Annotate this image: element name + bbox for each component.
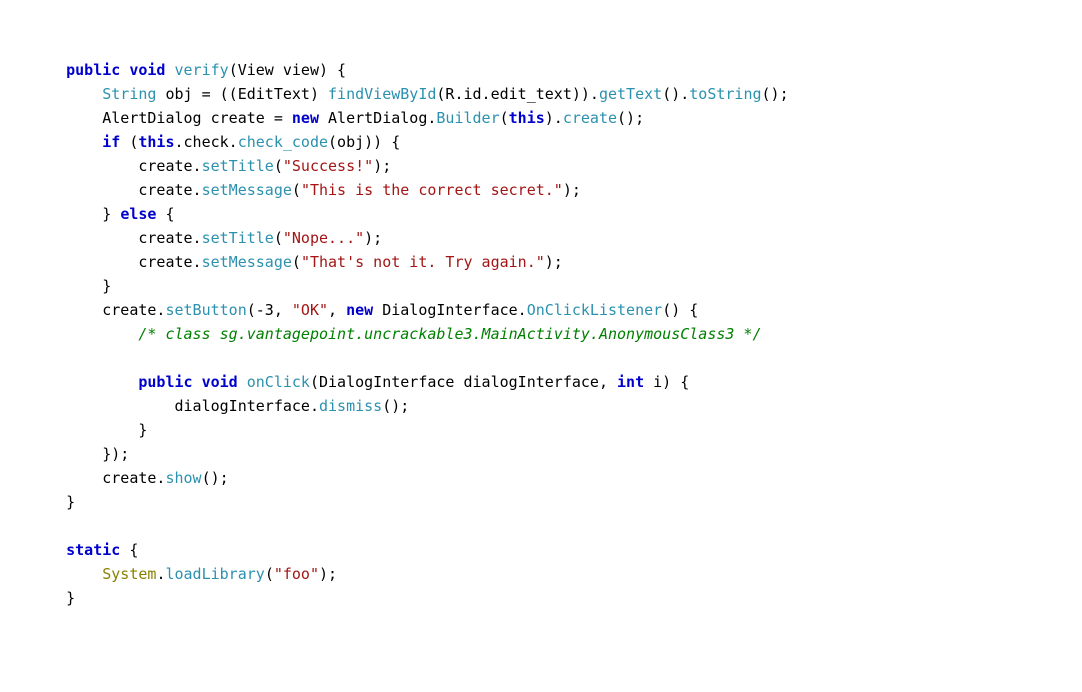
code-text: }	[138, 421, 147, 439]
code-text: create.	[138, 229, 201, 247]
method-name: loadLibrary	[165, 565, 264, 583]
code-text: }	[102, 205, 120, 223]
comment: /* class sg.vantagepoint.uncrackable3.Ma…	[138, 325, 761, 343]
code-text: (	[120, 133, 138, 151]
method-name: getText	[599, 85, 662, 103]
string-literal: "This is the correct secret."	[301, 181, 563, 199]
code-text: {	[156, 205, 174, 223]
code-text: (	[265, 565, 274, 583]
string-literal: "Success!"	[283, 157, 373, 175]
method-name: findViewById	[328, 85, 436, 103]
method-name: check_code	[238, 133, 328, 151]
code-text: );	[563, 181, 581, 199]
string-literal: "foo"	[274, 565, 319, 583]
method-name: create	[563, 109, 617, 127]
code-text: ().	[662, 85, 689, 103]
keyword-if: if	[102, 133, 120, 151]
code-text: (DialogInterface dialogInterface,	[310, 373, 617, 391]
method-name: onClick	[247, 373, 310, 391]
code-text: .check.	[175, 133, 238, 151]
code-text: ();	[202, 469, 229, 487]
keyword-int: int	[617, 373, 644, 391]
method-name: setMessage	[202, 181, 292, 199]
code-text: (obj)) {	[328, 133, 400, 151]
code-text: );	[373, 157, 391, 175]
code-text: create.	[102, 301, 165, 319]
code-text: }	[102, 277, 111, 295]
code-text: ();	[617, 109, 644, 127]
code-text: (View view) {	[229, 61, 346, 79]
keyword-void: void	[202, 373, 238, 391]
code-text: (	[500, 109, 509, 127]
method-name: OnClickListener	[527, 301, 662, 319]
type-name: String	[102, 85, 156, 103]
code-text: (-3,	[247, 301, 292, 319]
code-text: }	[66, 493, 75, 511]
keyword-new: new	[346, 301, 373, 319]
method-name: show	[165, 469, 201, 487]
code-text: );	[545, 253, 563, 271]
keyword-static: static	[66, 541, 120, 559]
code-text: ();	[382, 397, 409, 415]
code-text: });	[102, 445, 129, 463]
type-name: System	[102, 565, 156, 583]
code-text: (	[274, 229, 283, 247]
code-text: ).	[545, 109, 563, 127]
code-text: {	[120, 541, 138, 559]
method-name: setTitle	[202, 157, 274, 175]
code-text: dialogInterface.	[175, 397, 320, 415]
code-text: () {	[662, 301, 698, 319]
method-name: setTitle	[202, 229, 274, 247]
code-text: (	[292, 253, 301, 271]
code-text: obj = ((EditText)	[156, 85, 328, 103]
keyword-void: void	[129, 61, 165, 79]
code-text: AlertDialog.	[319, 109, 436, 127]
code-text: ,	[328, 301, 346, 319]
code-text: (	[292, 181, 301, 199]
keyword-this: this	[138, 133, 174, 151]
keyword-public: public	[66, 61, 120, 79]
code-text: create.	[138, 181, 201, 199]
code-text: ();	[762, 85, 789, 103]
code-text: create.	[102, 469, 165, 487]
code-text: }	[66, 589, 75, 607]
keyword-this: this	[509, 109, 545, 127]
code-text: DialogInterface.	[373, 301, 527, 319]
code-text: (R.id.edit_text)).	[436, 85, 599, 103]
code-text: create.	[138, 157, 201, 175]
method-name: setButton	[165, 301, 246, 319]
code-block: public void verify(View view) { String o…	[30, 58, 1052, 610]
code-text: );	[319, 565, 337, 583]
method-name: setMessage	[202, 253, 292, 271]
string-literal: "That's not it. Try again."	[301, 253, 545, 271]
keyword-public: public	[138, 373, 192, 391]
code-text: (	[274, 157, 283, 175]
method-name: toString	[689, 85, 761, 103]
code-text: AlertDialog create =	[102, 109, 292, 127]
method-name: verify	[175, 61, 229, 79]
code-text: i) {	[644, 373, 689, 391]
code-text: create.	[138, 253, 201, 271]
string-literal: "OK"	[292, 301, 328, 319]
string-literal: "Nope..."	[283, 229, 364, 247]
keyword-else: else	[120, 205, 156, 223]
keyword-new: new	[292, 109, 319, 127]
method-name: Builder	[436, 109, 499, 127]
method-name: dismiss	[319, 397, 382, 415]
code-text: );	[364, 229, 382, 247]
